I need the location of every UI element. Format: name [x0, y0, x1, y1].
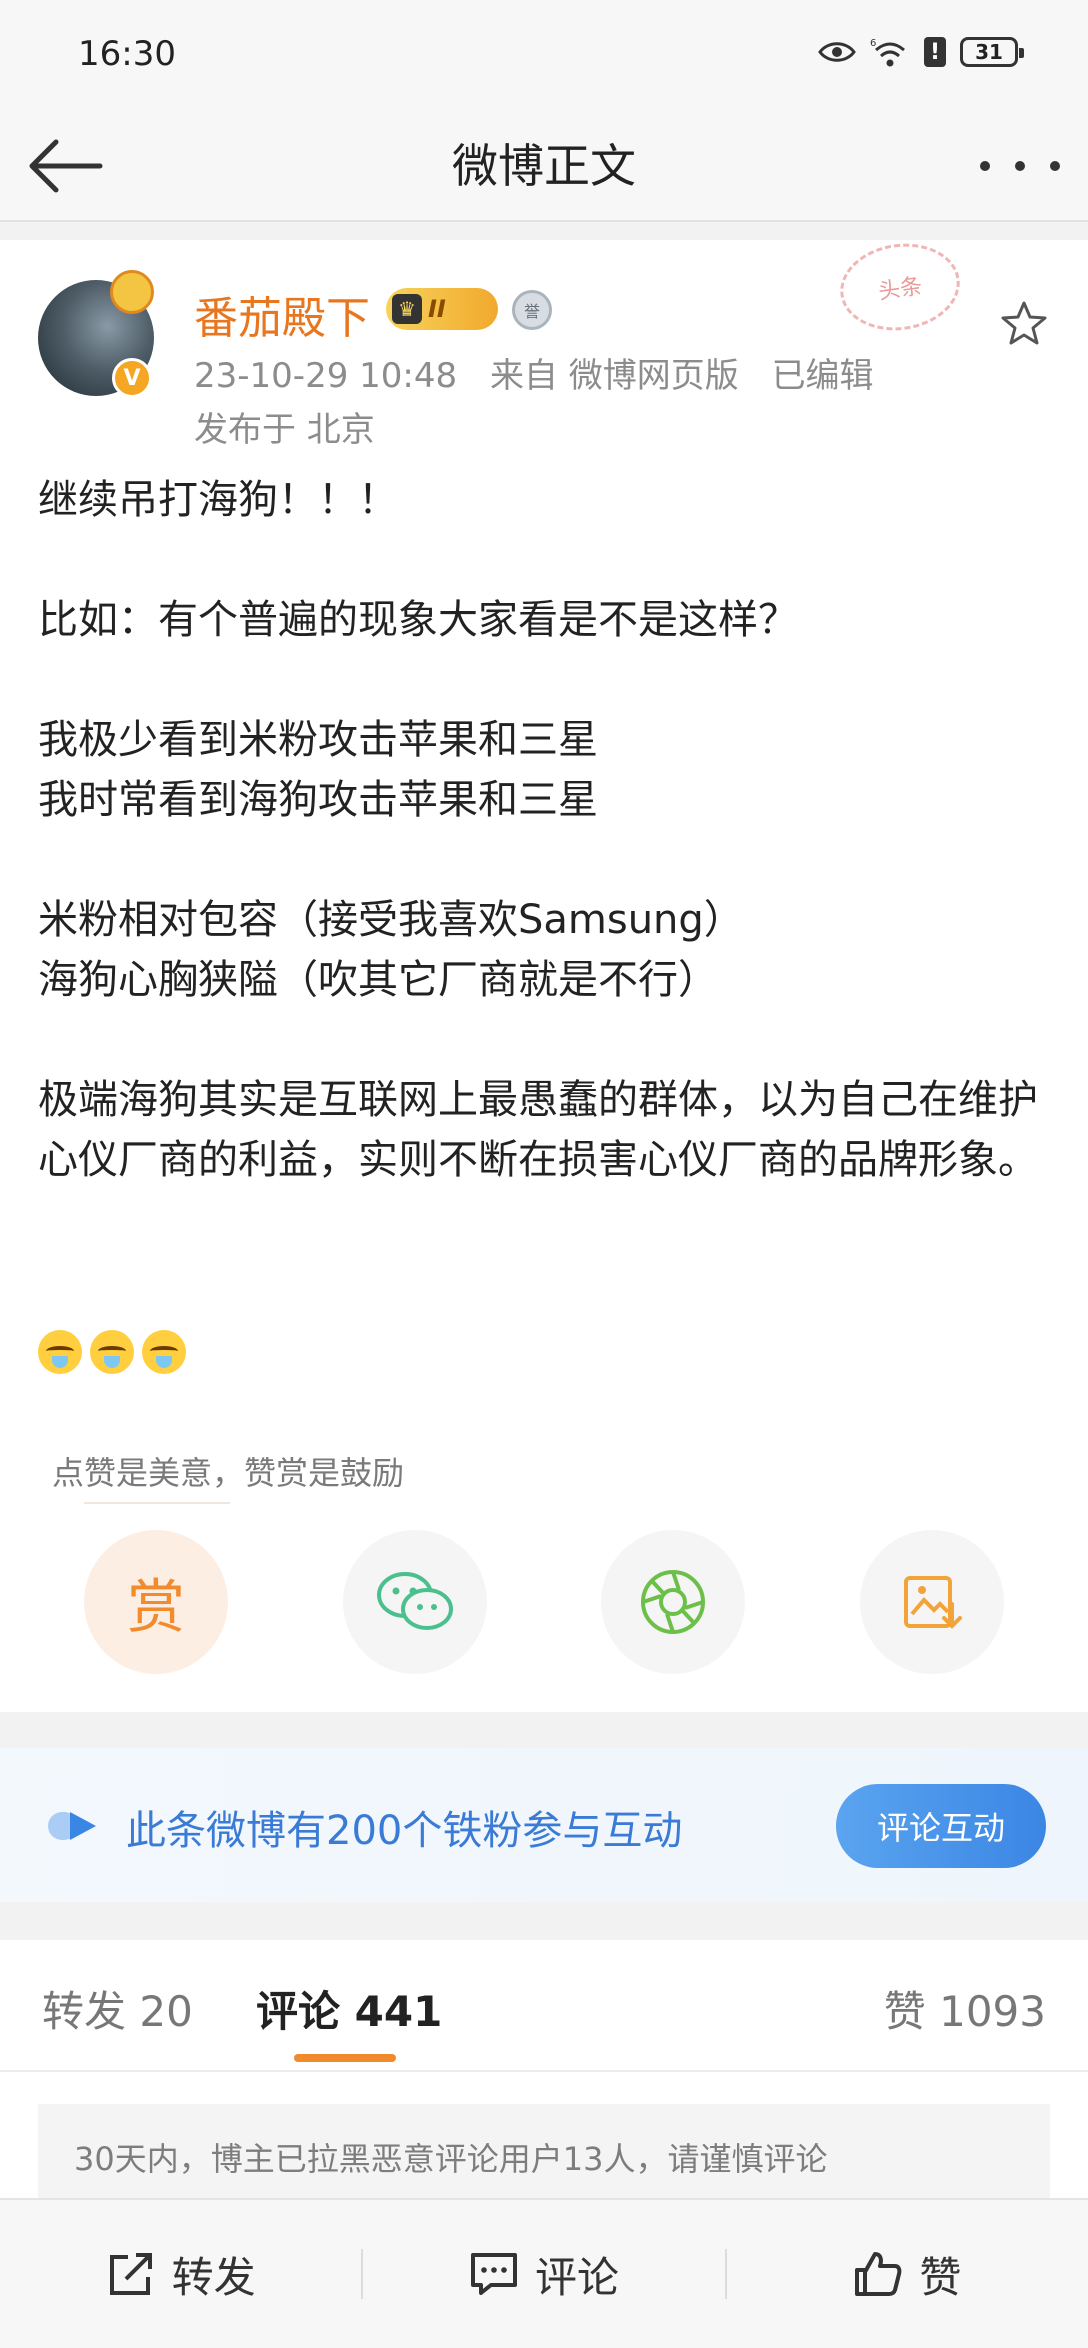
emoji-row [38, 1330, 186, 1374]
comment-button[interactable]: 评论 [363, 2200, 724, 2348]
crying-emoji-icon [38, 1330, 82, 1374]
thumbs-up-icon [855, 2252, 902, 2296]
post-card: V 番茄殿下 ♛ II 誉 头条 23-10-29 10:48 来自 微博网页版… [0, 236, 1088, 1712]
post-text: 继续吊打海狗！！！ 比如：有个普遍的现象大家看是不是这样？ 我极少看到米粉攻击苹… [38, 470, 1058, 1190]
share-row: 赏 [84, 1530, 1004, 1674]
crying-emoji-icon [142, 1330, 186, 1374]
divider [0, 2070, 1088, 2072]
interaction-icon [48, 1812, 96, 1840]
post-line [38, 830, 1058, 890]
post-source: 来自 微博网页版 [489, 356, 739, 396]
verified-badge: V [112, 358, 152, 398]
post-line: 继续吊打海狗！！！ [38, 477, 398, 523]
save-image-button[interactable] [859, 1530, 1004, 1674]
post-line [38, 530, 1058, 590]
alert-icon: ! [924, 37, 946, 67]
wechat-icon [376, 1572, 453, 1630]
more-dot [980, 161, 990, 171]
vip-level-badge[interactable]: ♛ II [386, 288, 498, 330]
tab-comment[interactable]: 评论 441 [256, 1978, 442, 2039]
repost-label: 转发 [171, 2252, 256, 2302]
reward-tip: 点赞是美意，赞赏是鼓励 [52, 1454, 405, 1492]
tab-like[interactable]: 赞 1093 [884, 1978, 1046, 2039]
post-line: 我极少看到米粉攻击苹果和三星 [38, 717, 598, 763]
share-moments-button[interactable] [601, 1530, 746, 1674]
moments-icon [641, 1570, 706, 1634]
avatar-decoration-icon [110, 270, 154, 314]
blocklist-notice: 30天内，博主已拉黑恶意评论用户13人，请谨慎评论 [38, 2104, 1050, 2204]
wifi-icon: 6 [870, 38, 905, 67]
post-line: 比如：有个普遍的现象大家看是不是这样？ [38, 597, 798, 643]
battery-icon: 31 [960, 37, 1024, 67]
post-line: 极端海狗其实是互联网上最愚蠢的群体，以为自己在维护心仪厂商的利益，实则不断在损害… [38, 1077, 1038, 1183]
more-button[interactable] [980, 144, 1060, 188]
post-line: 米粉相对包容（接受我喜欢Samsung） [38, 897, 744, 943]
crying-emoji-icon [90, 1330, 134, 1374]
comment-icon [470, 2253, 517, 2295]
status-icons: 6 ! 31 [818, 36, 1024, 68]
comment-label: 评论 [534, 2252, 619, 2302]
status-bar: 16:30 6 ! 31 [0, 0, 1088, 110]
bottom-action-bar: 转发 评论 赞 [0, 2198, 1088, 2348]
headline-stamp: 头条 [834, 236, 966, 338]
post-line: 我时常看到海狗攻击苹果和三星 [38, 777, 598, 823]
fans-interaction-banner: 此条微博有200个铁粉参与互动 评论互动 [0, 1748, 1088, 1902]
signal-label: 6 [870, 38, 876, 49]
post-line [38, 1010, 1058, 1070]
vip-level-label: II [428, 295, 446, 323]
more-dot [1050, 161, 1060, 171]
comment-interact-button[interactable]: 评论互动 [836, 1784, 1046, 1868]
crown-icon: ♛ [392, 294, 422, 324]
post-location: 发布于 北京 [194, 410, 375, 450]
save-image-icon [903, 1576, 962, 1629]
like-label: 赞 [919, 2252, 962, 2302]
favorite-button[interactable] [996, 296, 1052, 352]
author-name[interactable]: 番茄殿下 [194, 282, 370, 346]
reward-button[interactable]: 赏 [84, 1530, 228, 1674]
post-date: 23-10-29 10:48 [194, 356, 458, 396]
post-line: 海狗心胸狭隘（吹其它厂商就是不行） [38, 957, 718, 1003]
post-line [38, 650, 1058, 710]
medal-icon[interactable]: 誉 [512, 290, 552, 330]
reward-icon: 赏 [126, 1573, 185, 1641]
banner-text: 此条微博有200个铁粉参与互动 [126, 1808, 683, 1854]
repost-icon [109, 2253, 152, 2295]
post-meta: 23-10-29 10:48 来自 微博网页版 已编辑 [194, 348, 896, 397]
active-tab-indicator [294, 2054, 396, 2062]
repost-button[interactable]: 转发 [0, 2200, 361, 2348]
status-time: 16:30 [78, 34, 176, 74]
nav-bar: 微博正文 [0, 110, 1088, 222]
like-button[interactable]: 赞 [727, 2200, 1088, 2348]
tab-repost[interactable]: 转发 20 [42, 1978, 193, 2039]
star-icon [1001, 301, 1047, 345]
eye-icon [818, 42, 856, 62]
more-dot [1015, 161, 1025, 171]
page-title: 微博正文 [452, 139, 636, 193]
tip-pointer [84, 1502, 230, 1504]
edited-label[interactable]: 已编辑 [772, 356, 874, 396]
share-wechat-button[interactable] [342, 1530, 487, 1674]
